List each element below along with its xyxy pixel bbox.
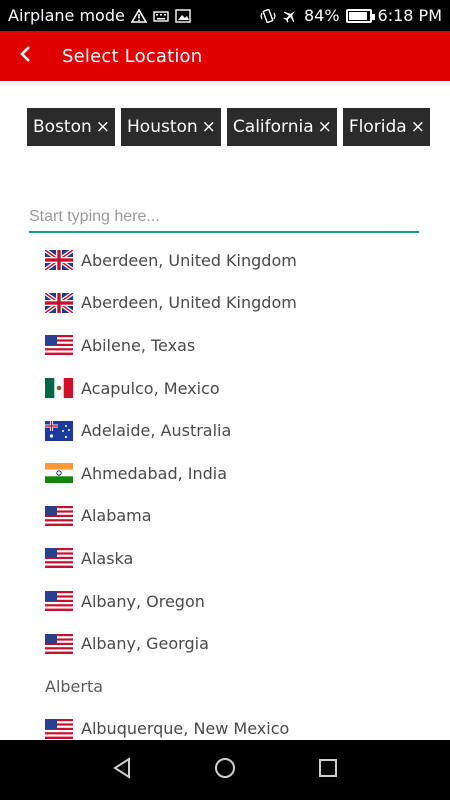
location-chip[interactable]: Houston × (121, 108, 221, 146)
list-item-label: Acapulco, Mexico (81, 378, 220, 398)
list-item[interactable]: Aberdeen, United Kingdom (0, 282, 450, 325)
us-flag-icon (45, 505, 73, 526)
back-button[interactable] (0, 31, 50, 81)
home-circle-icon (214, 757, 236, 783)
list-item-label: Ahmedabad, India (81, 463, 228, 483)
nav-recents-button[interactable] (308, 750, 348, 790)
list-item-label: Alberta (45, 676, 104, 696)
location-chip[interactable]: Boston × (27, 108, 116, 146)
uk-flag-icon (45, 292, 73, 313)
airplane-mode-text: Airplane mode (8, 6, 125, 25)
recents-square-icon (317, 757, 339, 783)
clock: 6:18 PM (377, 6, 442, 25)
location-chip[interactable]: California × (226, 108, 337, 146)
close-icon[interactable]: × (411, 118, 425, 136)
keyboard-icon (153, 9, 169, 23)
list-item[interactable]: Ahmedabad, India (0, 452, 450, 495)
battery-fill (348, 11, 367, 20)
vibrate-icon (260, 8, 276, 23)
mexico-flag-icon (45, 378, 73, 399)
list-item[interactable]: Adelaide, Australia (0, 409, 450, 452)
list-item-label: Aberdeen, United Kingdom (81, 293, 297, 313)
list-item-label: Aberdeen, United Kingdom (81, 250, 297, 270)
close-icon[interactable]: × (318, 118, 332, 136)
navigation-bar (0, 740, 450, 800)
search-input[interactable] (29, 203, 419, 233)
uk-flag-icon (45, 250, 73, 271)
airplane-icon (282, 9, 298, 23)
page-title: Select Location (62, 45, 203, 67)
list-item-label: Alaska (81, 548, 134, 568)
list-item[interactable]: Abilene, Texas (0, 324, 450, 367)
status-left: Airplane mode (8, 6, 191, 25)
us-flag-icon (45, 548, 73, 569)
selected-locations: Boston × Houston × California × Florida … (27, 108, 430, 146)
us-flag-icon (45, 335, 73, 356)
list-item[interactable]: Alberta (0, 665, 450, 708)
list-item[interactable]: Albany, Georgia (0, 622, 450, 665)
warning-icon (130, 8, 147, 23)
location-chip[interactable]: Florida × (342, 108, 430, 146)
australia-flag-icon (45, 420, 73, 441)
list-item-label: Albany, Oregon (81, 591, 205, 611)
chip-label: Florida (348, 117, 407, 137)
battery-percent: 84% (303, 6, 340, 25)
chip-label: Boston (33, 117, 92, 137)
list-item[interactable]: Alabama (0, 495, 450, 538)
list-item-label: Abilene, Texas (81, 335, 196, 355)
chip-label: Houston (127, 117, 198, 137)
status-bar: Airplane mode 84% 6:18 PM (0, 0, 450, 31)
nav-back-button[interactable] (102, 750, 142, 790)
chip-label: California (232, 117, 314, 137)
list-item-label: Albuquerque, New Mexico (81, 719, 290, 739)
app-bar: Select Location (0, 31, 450, 81)
image-icon (175, 8, 191, 23)
india-flag-icon (45, 463, 73, 484)
list-item-label: Adelaide, Australia (81, 421, 232, 441)
list-item[interactable]: Acapulco, Mexico (0, 367, 450, 410)
status-right: 84% 6:18 PM (260, 6, 442, 25)
us-flag-icon (45, 591, 73, 612)
list-item[interactable]: Aberdeen, United Kingdom (0, 239, 450, 282)
chevron-left-icon (18, 45, 32, 67)
us-flag-icon (45, 633, 73, 654)
back-triangle-icon (111, 757, 133, 783)
suggestion-list: Aberdeen, United Kingdom Aberdeen, Unite… (0, 239, 450, 750)
battery-icon (345, 8, 375, 23)
list-item-label: Albany, Georgia (81, 634, 209, 654)
us-flag-icon (45, 718, 73, 739)
list-item-label: Alabama (81, 506, 152, 526)
close-icon[interactable]: × (96, 118, 110, 136)
close-icon[interactable]: × (202, 118, 216, 136)
list-item[interactable]: Albany, Oregon (0, 580, 450, 623)
nav-home-button[interactable] (205, 750, 245, 790)
list-item[interactable]: Alaska (0, 537, 450, 580)
